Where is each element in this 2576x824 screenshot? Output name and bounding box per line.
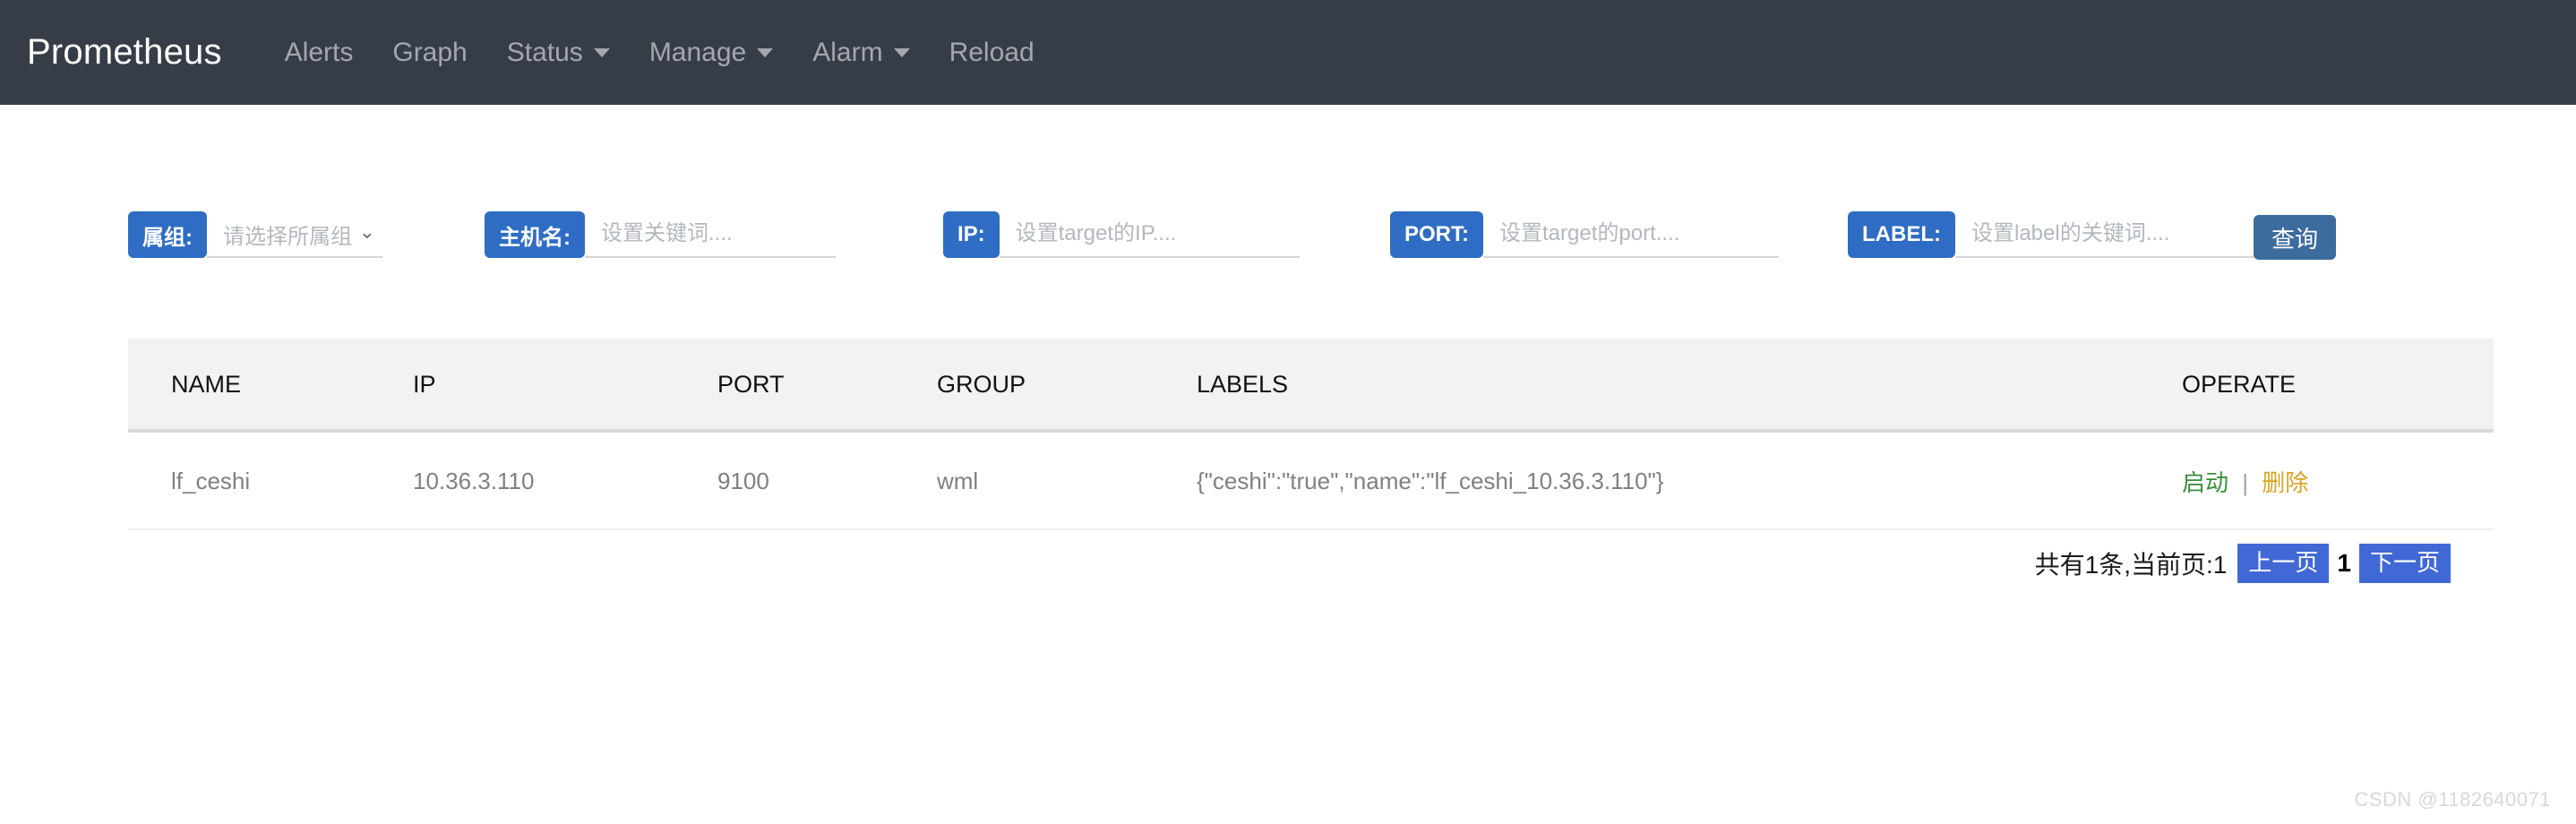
port-input[interactable] xyxy=(1483,211,1779,258)
nav-item-manage[interactable]: Manage xyxy=(630,39,793,66)
column-header-port: PORT xyxy=(717,339,937,433)
table-body: lf_ceshi 10.36.3.110 9100 wml {"ceshi":"… xyxy=(128,431,2494,530)
start-link[interactable]: 启动 xyxy=(2182,469,2228,496)
group-select[interactable]: 请选择所属组 ⌄ xyxy=(207,211,382,258)
chevron-down-icon xyxy=(893,47,910,57)
chevron-down-icon xyxy=(593,47,610,57)
column-header-ip: IP xyxy=(413,339,717,433)
nav-item-graph[interactable]: Graph xyxy=(373,39,486,66)
chevron-down-icon: ⌄ xyxy=(358,219,375,243)
nav-item-label: Status xyxy=(506,37,583,67)
targets-table: NAME IP PORT GROUP LABELS OPERATE lf_ces… xyxy=(128,339,2494,530)
cell-name: lf_ceshi xyxy=(128,431,413,530)
nav-item-alarm[interactable]: Alarm xyxy=(793,39,929,66)
nav-item-label: Reload xyxy=(949,37,1035,67)
delete-link[interactable]: 删除 xyxy=(2262,469,2308,496)
targets-table-wrapper: NAME IP PORT GROUP LABELS OPERATE lf_ces… xyxy=(128,339,2494,530)
table-header-row: NAME IP PORT GROUP LABELS OPERATE xyxy=(128,339,2494,433)
group-select-value: 请选择所属组 xyxy=(223,224,352,249)
nav-item-label: Alarm xyxy=(812,37,883,67)
cell-labels: {"ceshi":"true","name":"lf_ceshi_10.36.3… xyxy=(1197,431,2182,530)
cell-port: 9100 xyxy=(717,431,937,530)
nav-item-label: Alerts xyxy=(284,37,354,67)
ip-input[interactable] xyxy=(999,211,1300,258)
cell-group: wml xyxy=(937,431,1197,530)
nav-items: Alerts Graph Status Manage Alarm Reload xyxy=(265,39,1054,66)
label-input[interactable] xyxy=(1954,211,2264,258)
column-header-group: GROUP xyxy=(937,339,1197,433)
column-header-name: NAME xyxy=(128,339,413,433)
next-page-button[interactable]: 下一页 xyxy=(2358,544,2451,583)
filter-bar: 属组: 请选择所属组 ⌄ 主机名: IP: PORT: LABEL: xyxy=(0,211,2576,265)
nav-item-reload[interactable]: Reload xyxy=(930,39,1054,66)
filter-group-port: PORT: xyxy=(1390,211,1779,258)
hostname-filter-label: 主机名: xyxy=(485,211,585,258)
query-button[interactable]: 查询 xyxy=(2254,215,2337,260)
label-filter-label: LABEL: xyxy=(1848,211,1955,258)
pagination: 共有1条,当前页:1 上一页 1 下一页 xyxy=(2035,544,2451,583)
hostname-input[interactable] xyxy=(585,211,836,258)
nav-item-status[interactable]: Status xyxy=(487,39,630,66)
cell-ip: 10.36.3.110 xyxy=(413,431,717,530)
group-filter-label: 属组: xyxy=(128,211,207,258)
operate-separator: | xyxy=(2242,469,2249,496)
table-row: lf_ceshi 10.36.3.110 9100 wml {"ceshi":"… xyxy=(128,431,2494,530)
table-header: NAME IP PORT GROUP LABELS OPERATE xyxy=(128,339,2494,433)
filter-group-ip: IP: xyxy=(943,211,1300,258)
prev-page-button[interactable]: 上一页 xyxy=(2237,544,2330,583)
column-header-operate: OPERATE xyxy=(2182,339,2494,433)
nav-item-label: Graph xyxy=(392,37,468,67)
top-navbar: Prometheus Alerts Graph Status Manage Al… xyxy=(0,0,2576,105)
brand-logo[interactable]: Prometheus xyxy=(27,32,222,73)
chevron-down-icon xyxy=(757,47,774,57)
port-filter-label: PORT: xyxy=(1390,211,1483,258)
watermark: CSDN @1182640071 xyxy=(2354,788,2551,811)
current-page-number: 1 xyxy=(2337,548,2351,577)
filter-group-hostname: 主机名: xyxy=(485,211,836,258)
cell-operate: 启动 | 删除 xyxy=(2182,431,2494,530)
ip-filter-label: IP: xyxy=(943,211,1000,258)
column-header-labels: LABELS xyxy=(1197,339,2182,433)
nav-item-label: Manage xyxy=(648,37,747,67)
pagination-info: 共有1条,当前页:1 xyxy=(2034,550,2228,579)
filter-group-label: LABEL: xyxy=(1848,211,2264,258)
filter-group-group: 属组: 请选择所属组 ⌄ xyxy=(128,211,382,258)
nav-item-alerts[interactable]: Alerts xyxy=(265,39,374,66)
